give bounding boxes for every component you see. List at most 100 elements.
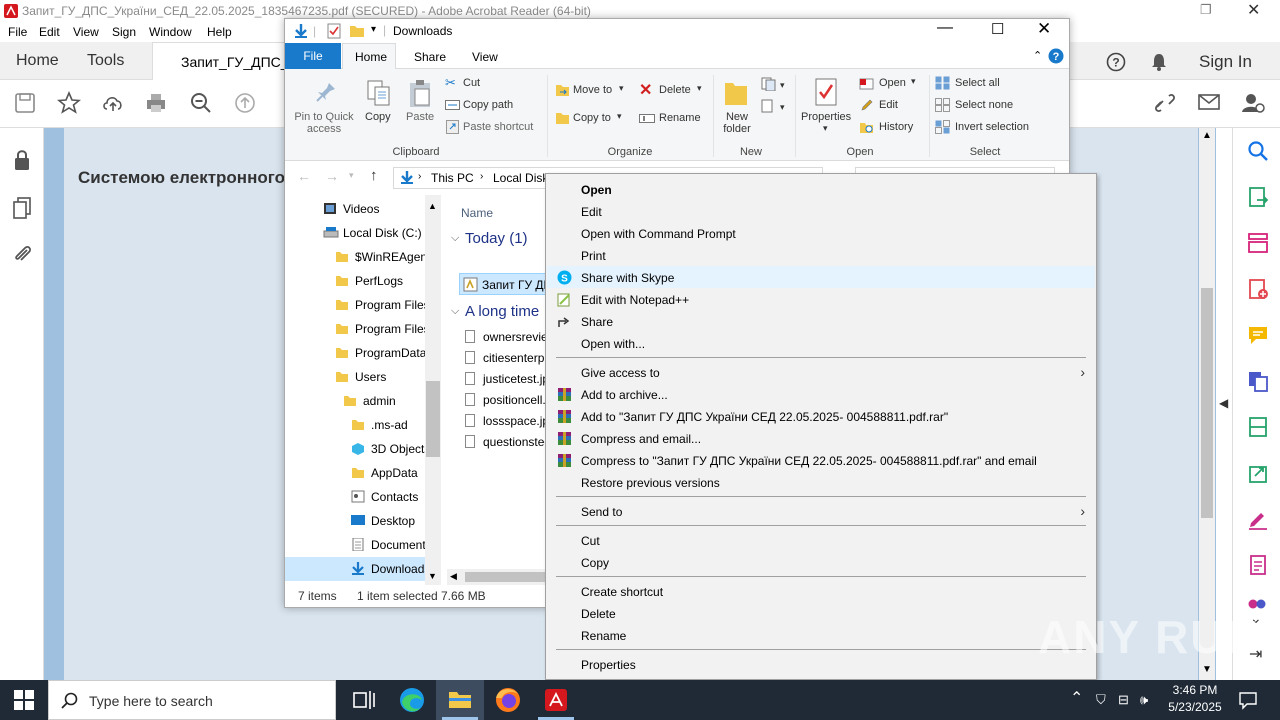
easy-access-icon[interactable]: ▾	[761, 99, 785, 113]
properties-button[interactable]: Properties ▾	[799, 73, 855, 143]
tab-tools[interactable]: Tools	[87, 52, 124, 70]
nav-item[interactable]: PerfLogs	[285, 269, 441, 293]
context-menu-item[interactable]: Edit	[547, 200, 1095, 222]
menu-edit[interactable]: Edit	[39, 25, 60, 39]
context-menu-item[interactable]: Print	[547, 244, 1095, 266]
tab-home-ribbon[interactable]: Home	[342, 43, 396, 70]
nav-item[interactable]: Contacts	[285, 485, 441, 509]
page-up-icon[interactable]	[233, 91, 257, 115]
nav-item[interactable]: Documents	[285, 533, 441, 557]
menu-view[interactable]: View	[73, 25, 99, 39]
selected-file-row[interactable]: Запит ГУ ДПС	[459, 273, 561, 295]
menu-file[interactable]: File	[8, 25, 27, 39]
tab-document[interactable]: Запит_ГУ_ДПС_У	[152, 42, 292, 80]
context-menu-item[interactable]: Add to archive...	[547, 383, 1095, 405]
taskbar-search-box[interactable]: Type here to search	[48, 680, 336, 720]
windows-start-icon[interactable]	[14, 690, 34, 710]
up-icon[interactable]: ↑	[370, 167, 378, 184]
crumb-this-pc[interactable]: This PC	[431, 171, 474, 185]
nav-item[interactable]: admin	[285, 389, 441, 413]
ribbon-collapse-icon[interactable]: ⌃	[1033, 49, 1042, 62]
context-menu-item[interactable]: Share	[547, 310, 1095, 332]
back-icon[interactable]: ←	[297, 168, 311, 184]
context-menu-item[interactable]: Compress and email...	[547, 427, 1095, 449]
maximize-icon[interactable]: ☐	[991, 20, 1004, 38]
lock-icon[interactable]	[12, 148, 32, 172]
upload-icon[interactable]	[101, 91, 125, 115]
copy-button[interactable]: Copy	[362, 73, 398, 143]
task-view-icon[interactable]	[340, 680, 388, 720]
close-icon[interactable]: ✕	[1247, 0, 1260, 20]
nav-item[interactable]: Program Files	[285, 293, 441, 317]
menu-help[interactable]: Help	[207, 25, 232, 39]
scroll-thumb[interactable]	[1201, 288, 1213, 518]
scroll-up-icon[interactable]: ▲	[1202, 130, 1212, 141]
nav-item[interactable]: Videos	[285, 197, 441, 221]
notification-center-icon[interactable]	[1238, 690, 1258, 710]
select-none-button[interactable]: Select none	[935, 97, 1045, 115]
comment-icon[interactable]	[1247, 324, 1269, 346]
cut-button[interactable]: ✂ Cut	[445, 75, 535, 93]
nav-item[interactable]: Program Files	[285, 317, 441, 341]
email-icon[interactable]	[1197, 92, 1221, 112]
edge-icon[interactable]	[388, 680, 436, 720]
context-menu-item[interactable]: Open	[547, 178, 1095, 200]
context-menu-item[interactable]: S Share with Skype	[547, 266, 1095, 288]
share-user-icon[interactable]	[1241, 91, 1265, 115]
sign-in-button[interactable]: Sign In	[1199, 52, 1252, 72]
new-folder-button[interactable]: New folder	[717, 73, 757, 143]
scroll-left-icon[interactable]: ◀	[450, 571, 457, 582]
tab-home[interactable]: Home	[16, 52, 59, 70]
invert-selection-button[interactable]: Invert selection	[935, 119, 1045, 137]
nav-item[interactable]: 3D Objects	[285, 437, 441, 461]
volume-icon[interactable]: 🕪	[1140, 692, 1148, 708]
column-header-name[interactable]: Name	[461, 206, 493, 220]
new-item-icon[interactable]: ▾	[761, 77, 785, 91]
security-tray-icon[interactable]: ⛉	[1096, 692, 1106, 708]
h-scroll-thumb[interactable]	[465, 572, 545, 582]
history-button[interactable]: History	[859, 119, 925, 137]
organize-pages-icon[interactable]	[1247, 232, 1269, 254]
compress-icon[interactable]	[1247, 416, 1269, 438]
select-all-button[interactable]: Select all	[935, 75, 1045, 93]
tab-file[interactable]: File	[285, 43, 341, 69]
nav-item[interactable]: $WinREAgent	[285, 245, 441, 269]
bookmark-star-icon[interactable]	[57, 91, 81, 115]
context-menu-item[interactable]: Rename	[547, 624, 1095, 646]
move-to-button[interactable]: Move to ▾	[555, 81, 631, 101]
navigation-scrollbar[interactable]: ▲ ▼	[425, 195, 441, 585]
context-menu-item[interactable]: Compress to "Запит ГУ ДПС України СЕД 22…	[547, 449, 1095, 471]
group-long-time[interactable]: A long time	[465, 303, 539, 320]
scroll-down-icon[interactable]: ▼	[1202, 664, 1212, 675]
collapse-right-icon[interactable]: ◀	[1219, 396, 1228, 410]
new-folder-quick-icon[interactable]	[349, 24, 365, 38]
paste-shortcut-button[interactable]: Paste shortcut	[445, 119, 545, 137]
document-scrollbar[interactable]: ▲ ▼	[1199, 128, 1215, 680]
network-icon[interactable]: ⊟	[1118, 692, 1129, 708]
context-menu-item[interactable]: Create shortcut	[547, 580, 1095, 602]
attachment-icon[interactable]	[12, 242, 32, 266]
print-icon[interactable]	[144, 91, 168, 115]
tray-overflow-icon[interactable]: ⌃	[1070, 688, 1083, 708]
nav-scroll-thumb[interactable]	[426, 381, 440, 457]
context-menu-item[interactable]: Open with Command Prompt	[547, 222, 1095, 244]
nav-item[interactable]: AppData	[285, 461, 441, 485]
edit-pdf-icon[interactable]	[1247, 554, 1269, 576]
nav-scroll-up-icon[interactable]: ▲	[428, 201, 437, 211]
recent-locations-icon[interactable]: ▾	[349, 170, 354, 181]
customize-quick-access-icon[interactable]: ▾	[371, 24, 376, 35]
export-pdf-icon[interactable]	[1247, 186, 1269, 208]
delete-button[interactable]: ✕ Delete ▾	[639, 81, 709, 101]
context-menu-item[interactable]: Cut	[547, 529, 1095, 551]
context-menu-item[interactable]: Delete	[547, 602, 1095, 624]
context-menu-item[interactable]: Send to ›	[547, 500, 1095, 522]
close-explorer-icon[interactable]: ✕	[1037, 19, 1051, 39]
nav-item[interactable]: Local Disk (C:)	[285, 221, 441, 245]
nav-item[interactable]: Users	[285, 365, 441, 389]
link-icon[interactable]	[1152, 91, 1178, 115]
context-menu-item[interactable]: Add to "Запит ГУ ДПС України СЕД 22.05.2…	[547, 405, 1095, 427]
context-menu-item[interactable]: Restore previous versions	[547, 471, 1095, 493]
context-menu-item[interactable]: Copy	[547, 551, 1095, 573]
acrobat-taskbar-icon[interactable]	[532, 680, 580, 720]
send-for-review-icon[interactable]	[1247, 462, 1269, 484]
